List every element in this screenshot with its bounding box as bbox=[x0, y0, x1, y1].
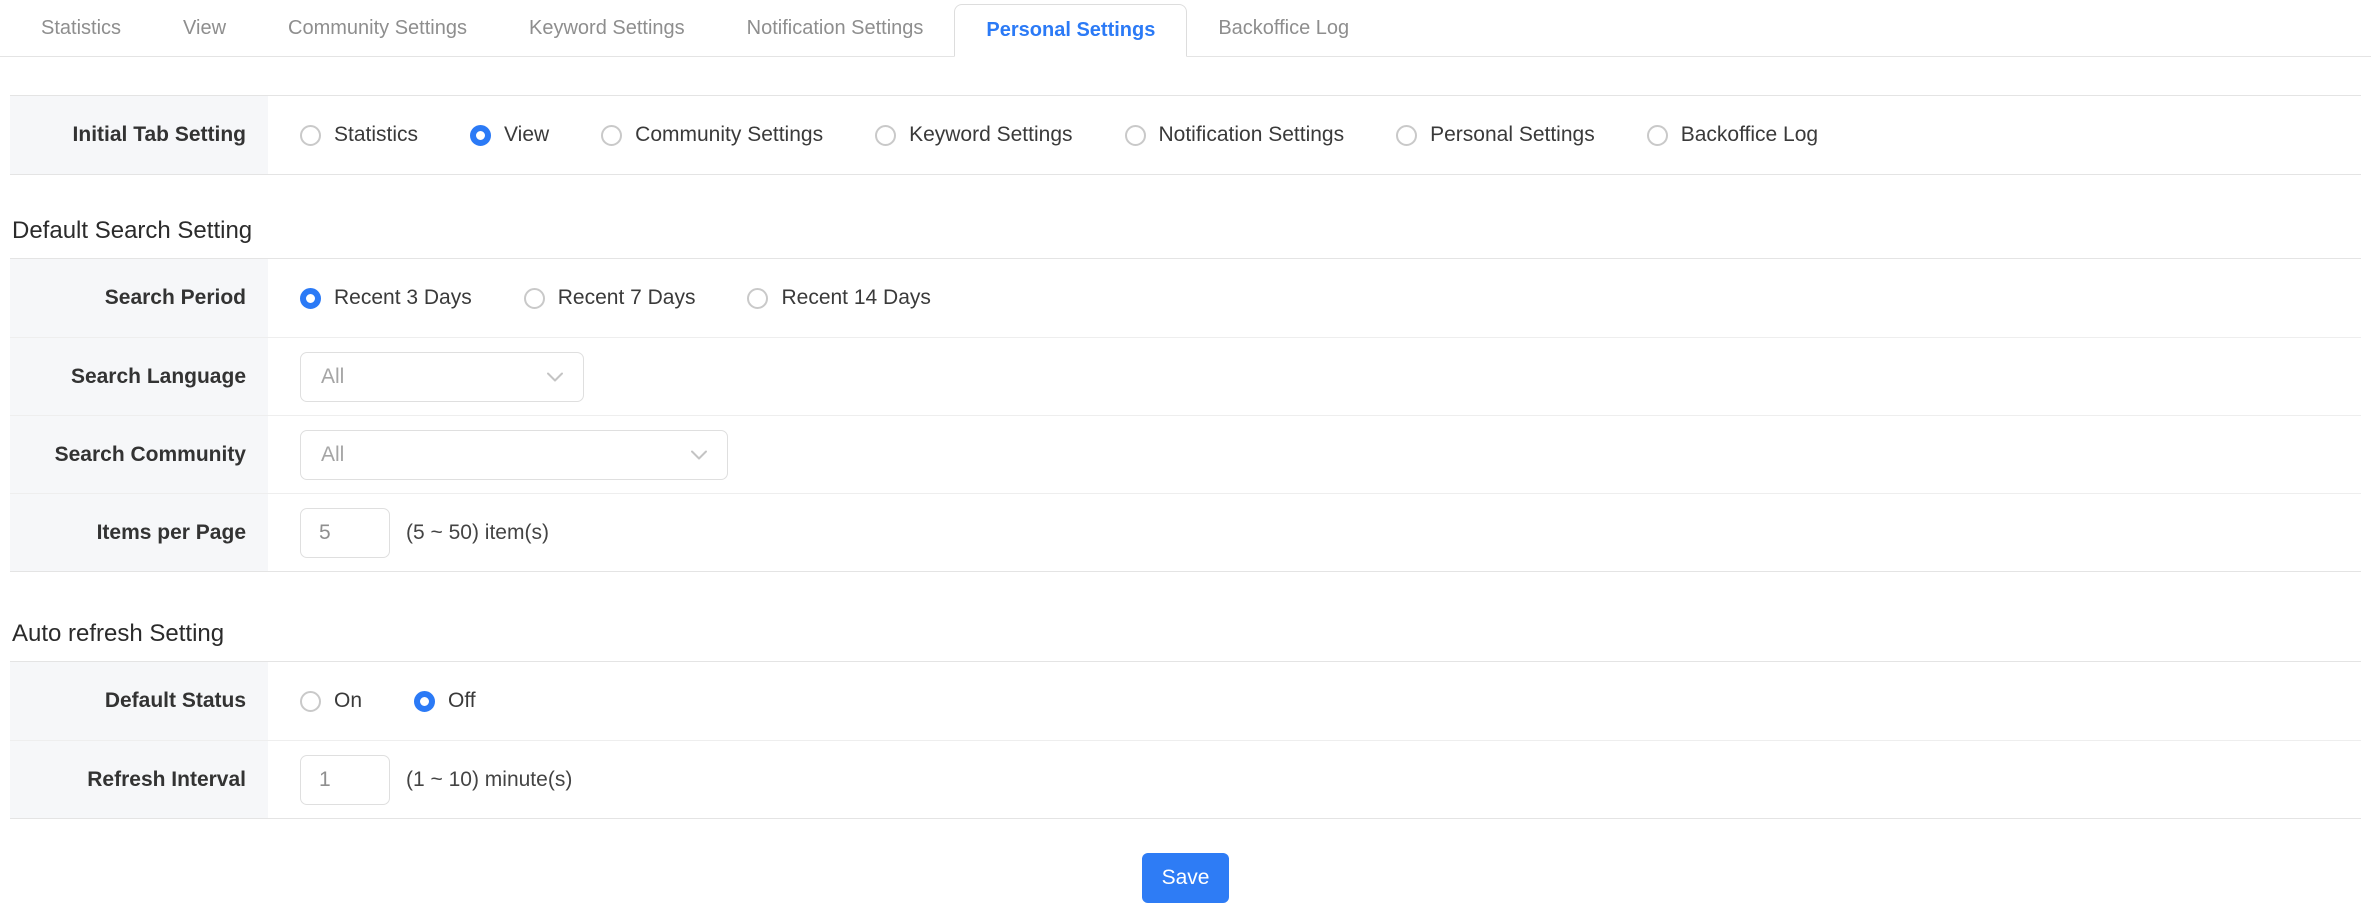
refresh-interval-content: (1 ~ 10) minute(s) bbox=[268, 741, 2361, 818]
radio-icon[interactable] bbox=[300, 691, 321, 712]
search-language-select[interactable]: All bbox=[300, 352, 584, 402]
tab-statistics[interactable]: Statistics bbox=[10, 0, 152, 56]
save-button[interactable]: Save bbox=[1142, 853, 1230, 903]
radio-icon-checked[interactable] bbox=[470, 125, 491, 146]
search-language-label: Search Language bbox=[10, 338, 268, 415]
radio-icon-checked[interactable] bbox=[300, 288, 321, 309]
radio-option-statistics[interactable]: Statistics bbox=[300, 123, 418, 147]
radio-icon[interactable] bbox=[1125, 125, 1146, 146]
search-period-radio-group: Recent 3 Days Recent 7 Days Recent 14 Da… bbox=[300, 286, 931, 310]
items-per-page-content: (5 ~ 50) item(s) bbox=[268, 494, 2361, 571]
radio-icon[interactable] bbox=[1647, 125, 1668, 146]
search-community-content: All bbox=[268, 416, 2361, 493]
search-language-value: All bbox=[321, 365, 344, 389]
refresh-interval-row: Refresh Interval (1 ~ 10) minute(s) bbox=[10, 740, 2361, 818]
tabbar: Statistics View Community Settings Keywo… bbox=[0, 0, 2371, 57]
radio-icon[interactable] bbox=[1396, 125, 1417, 146]
auto-refresh-setting-table: Default Status On Off Refresh Interval (… bbox=[10, 661, 2361, 819]
radio-option-recent-14-days[interactable]: Recent 14 Days bbox=[747, 286, 930, 310]
tab-personal-settings[interactable]: Personal Settings bbox=[954, 4, 1187, 57]
default-search-setting-title: Default Search Setting bbox=[12, 217, 2371, 245]
radio-option-label: Off bbox=[448, 689, 476, 713]
items-per-page-input[interactable] bbox=[300, 508, 390, 558]
refresh-interval-input[interactable] bbox=[300, 755, 390, 805]
chevron-down-icon bbox=[547, 372, 563, 382]
default-status-radio-group: On Off bbox=[300, 689, 476, 713]
radio-option-recent-3-days[interactable]: Recent 3 Days bbox=[300, 286, 472, 310]
items-per-page-suffix: (5 ~ 50) item(s) bbox=[406, 521, 549, 545]
radio-option-view[interactable]: View bbox=[470, 123, 549, 147]
radio-option-community-settings[interactable]: Community Settings bbox=[601, 123, 823, 147]
refresh-interval-suffix: (1 ~ 10) minute(s) bbox=[406, 768, 572, 792]
search-period-options: Recent 3 Days Recent 7 Days Recent 14 Da… bbox=[268, 259, 2361, 337]
default-search-setting-table: Search Period Recent 3 Days Recent 7 Day… bbox=[10, 258, 2361, 572]
search-period-row: Search Period Recent 3 Days Recent 7 Day… bbox=[10, 259, 2361, 337]
radio-option-label: Keyword Settings bbox=[909, 123, 1072, 147]
initial-tab-setting-options: Statistics View Community Settings Keywo… bbox=[268, 96, 2361, 174]
radio-option-label: Backoffice Log bbox=[1681, 123, 1818, 147]
radio-option-recent-7-days[interactable]: Recent 7 Days bbox=[524, 286, 696, 310]
radio-option-label: Statistics bbox=[334, 123, 418, 147]
tab-community-settings[interactable]: Community Settings bbox=[257, 0, 498, 56]
items-per-page-label: Items per Page bbox=[10, 494, 268, 571]
search-period-label: Search Period bbox=[10, 259, 268, 337]
save-button-container: Save bbox=[0, 853, 2371, 903]
search-language-content: All bbox=[268, 338, 2361, 415]
radio-option-on[interactable]: On bbox=[300, 689, 362, 713]
refresh-interval-label: Refresh Interval bbox=[10, 741, 268, 818]
radio-option-label: Recent 7 Days bbox=[558, 286, 696, 310]
default-status-options: On Off bbox=[268, 662, 2361, 740]
radio-option-label: Recent 14 Days bbox=[781, 286, 930, 310]
tab-view[interactable]: View bbox=[152, 0, 257, 56]
radio-option-label: View bbox=[504, 123, 549, 147]
radio-option-label: Personal Settings bbox=[1430, 123, 1595, 147]
chevron-down-icon bbox=[691, 450, 707, 460]
radio-option-label: Community Settings bbox=[635, 123, 823, 147]
search-community-value: All bbox=[321, 443, 344, 467]
radio-option-keyword-settings[interactable]: Keyword Settings bbox=[875, 123, 1072, 147]
search-community-label: Search Community bbox=[10, 416, 268, 493]
radio-icon[interactable] bbox=[524, 288, 545, 309]
radio-icon[interactable] bbox=[875, 125, 896, 146]
radio-option-notification-settings[interactable]: Notification Settings bbox=[1125, 123, 1345, 147]
radio-option-label: Notification Settings bbox=[1159, 123, 1345, 147]
default-status-label: Default Status bbox=[10, 662, 268, 740]
initial-tab-setting-label: Initial Tab Setting bbox=[10, 96, 268, 174]
search-community-select[interactable]: All bbox=[300, 430, 728, 480]
radio-option-label: On bbox=[334, 689, 362, 713]
initial-tab-setting-row: Initial Tab Setting Statistics View Comm… bbox=[10, 96, 2361, 174]
tab-notification-settings[interactable]: Notification Settings bbox=[716, 0, 955, 56]
radio-icon[interactable] bbox=[601, 125, 622, 146]
radio-option-label: Recent 3 Days bbox=[334, 286, 472, 310]
radio-option-personal-settings[interactable]: Personal Settings bbox=[1396, 123, 1595, 147]
radio-icon[interactable] bbox=[300, 125, 321, 146]
initial-tab-radio-group: Statistics View Community Settings Keywo… bbox=[300, 123, 1818, 147]
search-community-row: Search Community All bbox=[10, 415, 2361, 493]
items-per-page-row: Items per Page (5 ~ 50) item(s) bbox=[10, 493, 2361, 571]
tab-backoffice-log[interactable]: Backoffice Log bbox=[1187, 0, 1380, 56]
radio-option-off[interactable]: Off bbox=[414, 689, 476, 713]
default-status-row: Default Status On Off bbox=[10, 662, 2361, 740]
initial-tab-setting-section: Initial Tab Setting Statistics View Comm… bbox=[10, 95, 2361, 175]
radio-icon[interactable] bbox=[747, 288, 768, 309]
auto-refresh-setting-title: Auto refresh Setting bbox=[12, 620, 2371, 648]
search-language-row: Search Language All bbox=[10, 337, 2361, 415]
tab-keyword-settings[interactable]: Keyword Settings bbox=[498, 0, 716, 56]
radio-icon-checked[interactable] bbox=[414, 691, 435, 712]
radio-option-backoffice-log[interactable]: Backoffice Log bbox=[1647, 123, 1818, 147]
